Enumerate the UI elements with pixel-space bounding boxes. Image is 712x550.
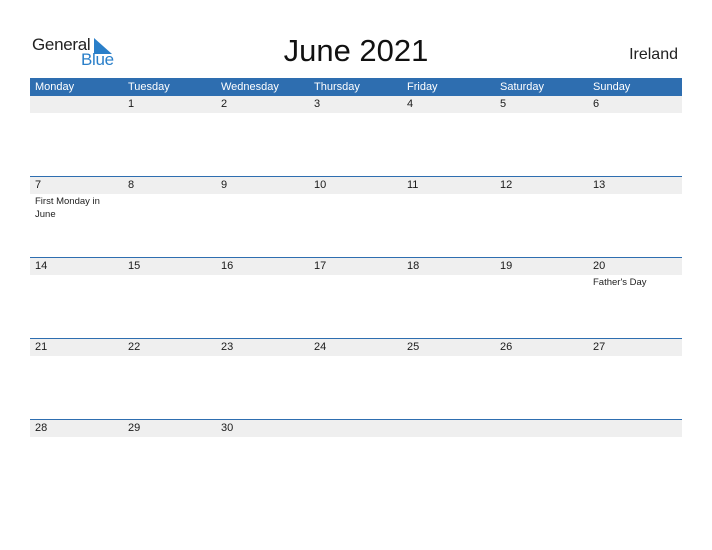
- weekday-header: Monday Tuesday Wednesday Thursday Friday…: [30, 78, 682, 96]
- day-number: 12: [500, 179, 513, 191]
- holiday-label: [309, 113, 402, 114]
- date-strip: 28 29 30: [30, 420, 682, 437]
- weekday-thursday: Thursday: [314, 81, 360, 93]
- day-number: 10: [314, 179, 327, 191]
- day-number: [588, 420, 681, 437]
- holiday-label: [216, 437, 309, 438]
- holiday-label: [402, 113, 495, 114]
- holiday-label: [588, 356, 681, 357]
- events-row: First Monday in June: [30, 194, 682, 221]
- day-number: [30, 96, 123, 113]
- day-number: 4: [407, 98, 414, 110]
- day-number: 17: [314, 260, 327, 272]
- day-number: 2: [221, 98, 228, 110]
- weekday-sunday: Sunday: [593, 81, 631, 93]
- holiday-label: [309, 194, 402, 221]
- holiday-label: [30, 437, 123, 438]
- day-number: 30: [221, 422, 234, 434]
- holiday-label: Father's Day: [593, 277, 647, 288]
- holiday-label: [402, 356, 495, 357]
- day-number: 15: [128, 260, 141, 272]
- day-number: 23: [221, 341, 234, 353]
- day-number: 9: [221, 179, 228, 191]
- weekday-saturday: Saturday: [500, 81, 545, 93]
- day-number: 22: [128, 341, 141, 353]
- day-number: 28: [35, 422, 48, 434]
- holiday-label: [588, 437, 681, 438]
- holiday-label: [30, 356, 123, 357]
- weekday-monday: Monday: [35, 81, 75, 93]
- week-row: 7 8 9 10 11 12 13 First Monday in June: [30, 176, 682, 258]
- weekday-tuesday: Tuesday: [128, 81, 170, 93]
- holiday-label: [123, 194, 216, 221]
- events-row: [30, 356, 682, 357]
- holiday-label: [588, 113, 681, 114]
- day-number: 20: [593, 260, 606, 272]
- weekday-friday: Friday: [407, 81, 438, 93]
- holiday-label: [402, 194, 495, 221]
- date-strip: 21 22 23 24 25 26 27: [30, 339, 682, 356]
- holiday-label: [309, 356, 402, 357]
- calendar-grid: Monday Tuesday Wednesday Thursday Friday…: [30, 78, 682, 437]
- holiday-label: [495, 194, 588, 221]
- holiday-label: [495, 275, 588, 289]
- day-number: 25: [407, 341, 420, 353]
- country-label: Ireland: [629, 46, 678, 63]
- holiday-label: [216, 356, 309, 357]
- holiday-label: [216, 275, 309, 289]
- weekday-wednesday: Wednesday: [221, 81, 279, 93]
- holiday-label: [123, 356, 216, 357]
- day-number: 21: [35, 341, 48, 353]
- day-number: 7: [35, 179, 42, 191]
- day-number: [402, 420, 495, 437]
- week-row: 21 22 23 24 25 26 27: [30, 338, 682, 420]
- day-number: 5: [500, 98, 507, 110]
- holiday-label: [123, 275, 216, 289]
- date-strip: 7 8 9 10 11 12 13: [30, 177, 682, 194]
- holiday-label: [402, 275, 495, 289]
- day-number: 24: [314, 341, 327, 353]
- day-number: 11: [407, 179, 419, 191]
- day-number: 13: [593, 179, 606, 191]
- holiday-label: [495, 113, 588, 114]
- holiday-label: First Monday in June: [35, 196, 100, 220]
- week-row: 14 15 16 17 18 19 20 Father's Day: [30, 257, 682, 339]
- holiday-label: [402, 437, 495, 438]
- date-strip: 14 15 16 17 18 19 20: [30, 258, 682, 275]
- holiday-label: [216, 113, 309, 114]
- calendar-title: June 2021: [283, 33, 429, 68]
- day-number: 29: [128, 422, 141, 434]
- events-row: [30, 437, 682, 438]
- holiday-label: [588, 194, 681, 221]
- day-number: 26: [500, 341, 513, 353]
- events-row: [30, 113, 682, 114]
- holiday-label: [309, 437, 402, 438]
- date-strip: 1 2 3 4 5 6: [30, 96, 682, 113]
- day-number: [495, 420, 588, 437]
- holiday-label: [495, 356, 588, 357]
- events-row: Father's Day: [30, 275, 682, 289]
- day-number: 27: [593, 341, 606, 353]
- day-number: 19: [500, 260, 513, 272]
- day-number: [309, 420, 402, 437]
- day-number: 6: [593, 98, 600, 110]
- holiday-label: [30, 113, 123, 114]
- week-row: 28 29 30: [30, 419, 682, 501]
- holiday-label: [123, 437, 216, 438]
- day-number: 1: [128, 98, 135, 110]
- holiday-label: [309, 275, 402, 289]
- holiday-label: [123, 113, 216, 114]
- holiday-label: [30, 275, 123, 289]
- day-number: 18: [407, 260, 420, 272]
- day-number: 3: [314, 98, 321, 110]
- holiday-label: [216, 194, 309, 221]
- day-number: 16: [221, 260, 234, 272]
- day-number: 8: [128, 179, 135, 191]
- holiday-label: [495, 437, 588, 438]
- week-row: 1 2 3 4 5 6: [30, 96, 682, 177]
- day-number: 14: [35, 260, 48, 272]
